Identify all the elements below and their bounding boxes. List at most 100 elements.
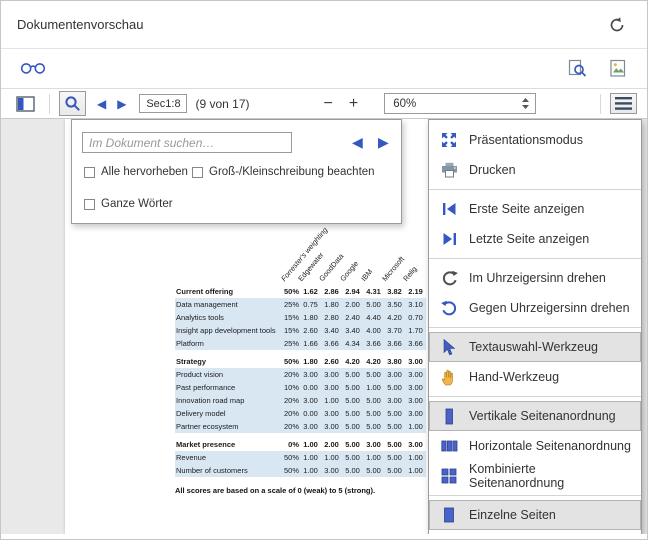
toolbar-separator <box>49 94 50 114</box>
menu-item-label: Hand-Werkzeug <box>469 370 559 384</box>
rotate-counterclockwise-icon <box>439 299 459 317</box>
menu-item-drucken[interactable]: Drucken <box>429 155 641 185</box>
rotate-clockwise-icon <box>439 269 459 287</box>
stepper-icon <box>521 97 530 110</box>
table-row: Delivery model20%0.003.005.005.005.003.0… <box>175 407 426 420</box>
reading-mode-button[interactable] <box>15 58 51 79</box>
scores-table-wrap: Forrester's weightingEdgewaterGoodDataGo… <box>175 225 426 495</box>
menu-item-label: Vertikale Seitenanordnung <box>469 409 616 423</box>
menu-item-label: Textauswahl-Werkzeug <box>469 340 598 354</box>
page-toolbar: ◀ ▶ (9 von 17) − + 60% <box>1 89 647 119</box>
menu-separator <box>429 396 641 397</box>
checkbox-label: Ganze Wörter <box>101 198 173 210</box>
column-header: Google <box>338 259 360 283</box>
vertical-layout-icon <box>439 407 459 425</box>
menu-separator <box>429 258 641 259</box>
zoom-out-button[interactable]: − <box>320 96 337 112</box>
zoom-value: 60% <box>393 98 416 110</box>
table-row: Product vision20%3.003.005.005.003.003.0… <box>175 368 426 381</box>
table-row: Innovation road map20%3.001.005.005.003.… <box>175 394 426 407</box>
previous-match-button[interactable]: ◀ <box>349 133 366 151</box>
next-page-button[interactable]: ▶ <box>114 96 129 112</box>
menu-item-label: Drucken <box>469 163 516 177</box>
table-row: Platform25%1.663.664.343.663.663.66 <box>175 337 426 350</box>
zoom-document-icon <box>568 59 587 78</box>
search-icon <box>64 95 81 112</box>
last-page-icon <box>439 230 459 248</box>
scores-table: Forrester's weightingEdgewaterGoodDataGo… <box>175 225 426 477</box>
menu-item-kombinierte-seitenanordnung[interactable]: Kombinierte Seitenanordnung <box>429 461 641 491</box>
page-count-label: (9 von 17) <box>195 97 249 111</box>
whole-words-checkbox[interactable] <box>84 199 95 210</box>
menu-item-label: Einzelne Seiten <box>469 508 556 522</box>
menu-separator <box>429 495 641 496</box>
menu-button[interactable] <box>610 93 637 114</box>
search-button[interactable] <box>59 91 86 116</box>
table-row: Data management25%0.751.802.005.003.503.… <box>175 298 426 311</box>
match-case-checkbox[interactable] <box>192 167 203 178</box>
zoom-document-button[interactable] <box>563 55 592 82</box>
zoom-level-select[interactable]: 60% <box>384 93 536 114</box>
menu-separator <box>429 327 641 328</box>
horizontal-layout-icon <box>439 437 459 455</box>
single-pages-icon <box>439 506 459 524</box>
page-number-input[interactable] <box>139 94 187 113</box>
table-row: Revenue50%1.001.005.001.005.001.00 <box>175 451 426 464</box>
table-row: Insight app development tools15%2.603.40… <box>175 324 426 337</box>
checkbox-label: Groß-/Kleinschreibung beachten <box>209 166 375 178</box>
zoom-in-button[interactable]: + <box>345 96 362 112</box>
previous-page-button[interactable]: ◀ <box>94 96 109 112</box>
menu-item-letzte-seite-anzeigen[interactable]: Letzte Seite anzeigen <box>429 224 641 254</box>
table-row: Partner ecosystem20%3.003.005.005.005.00… <box>175 420 426 433</box>
titlebar: Dokumentenvorschau <box>1 1 647 49</box>
menu-item-hand-werkzeug[interactable]: Hand-Werkzeug <box>429 362 641 392</box>
whole-words-option[interactable]: Ganze Wörter <box>84 198 173 210</box>
table-row: Past performance10%0.003.005.001.005.003… <box>175 381 426 394</box>
menu-item-gegen-uhrzeigersinn-drehen[interactable]: Gegen Uhrzeigersinn drehen <box>429 293 641 323</box>
hamburger-menu-icon <box>615 97 632 110</box>
table-footnote: All scores are based on a scale of 0 (we… <box>175 486 426 495</box>
menu-item-label: Präsentationsmodus <box>469 133 583 147</box>
view-menu: Präsentationsmodus Drucken Erste Seite anz… <box>428 119 642 534</box>
first-page-icon <box>439 200 459 218</box>
table-row: Market presence0%1.002.005.003.005.003.0… <box>175 438 426 451</box>
text-select-icon <box>439 338 459 356</box>
glasses-icon <box>20 62 46 75</box>
toolbar-separator <box>600 94 601 114</box>
menu-item-label: Erste Seite anzeigen <box>469 202 584 216</box>
sidebar-toggle-icon <box>16 96 35 112</box>
menu-item-label: Letzte Seite anzeigen <box>469 232 589 246</box>
presentation-mode-icon <box>439 131 459 149</box>
highlight-all-checkbox[interactable] <box>84 167 95 178</box>
table-row: Current offering50%1.622.862.944.313.822… <box>175 285 426 298</box>
match-case-option[interactable]: Groß-/Kleinschreibung beachten <box>192 166 375 178</box>
menu-item-label: Kombinierte Seitenanordnung <box>469 462 631 490</box>
menu-item-label: Im Uhrzeigersinn drehen <box>469 271 606 285</box>
table-row: Strategy50%1.802.604.204.203.803.00 <box>175 355 426 368</box>
panel-title: Dokumentenvorschau <box>17 17 143 32</box>
checkbox-label: Alle hervorheben <box>101 166 188 178</box>
menu-item-präsentationsmodus[interactable]: Präsentationsmodus <box>429 125 641 155</box>
menu-item-label: Horizontale Seitenanordnung <box>469 439 631 453</box>
highlight-all-option[interactable]: Alle hervorheben <box>84 166 188 178</box>
sidebar-toggle-button[interactable] <box>11 92 40 116</box>
next-match-button[interactable]: ▶ <box>375 133 392 151</box>
document-preview-panel: Dokumentenvorschau ◀ ▶ (9 von 17) − + <box>0 0 648 540</box>
hand-icon <box>439 368 459 386</box>
combined-layout-icon <box>439 467 459 485</box>
export-image-button[interactable] <box>604 55 633 82</box>
preview-content: Forrester's weightingEdgewaterGoodDataGo… <box>1 119 647 534</box>
menu-item-vertikale-seitenanordnung[interactable]: Vertikale Seitenanordnung <box>429 401 641 431</box>
menu-item-horizontale-seitenanordnung[interactable]: Horizontale Seitenanordnung <box>429 431 641 461</box>
menu-item-im-uhrzeigersinn-drehen[interactable]: Im Uhrzeigersinn drehen <box>429 263 641 293</box>
search-input[interactable] <box>82 132 292 153</box>
preview-toolbar <box>1 49 647 89</box>
menu-item-textauswahl-werkzeug[interactable]: Textauswahl-Werkzeug <box>429 332 641 362</box>
refresh-button[interactable] <box>603 12 631 38</box>
menu-separator <box>429 189 641 190</box>
refresh-icon <box>608 16 626 34</box>
table-row: Number of customers50%1.003.005.005.005.… <box>175 464 426 477</box>
menu-item-erste-seite-anzeigen[interactable]: Erste Seite anzeigen <box>429 194 641 224</box>
menu-item-einzelne-seiten[interactable]: Einzelne Seiten <box>429 500 641 530</box>
search-popup: ◀ ▶ Alle hervorheben Groß-/Kleinschreibu… <box>71 119 402 224</box>
